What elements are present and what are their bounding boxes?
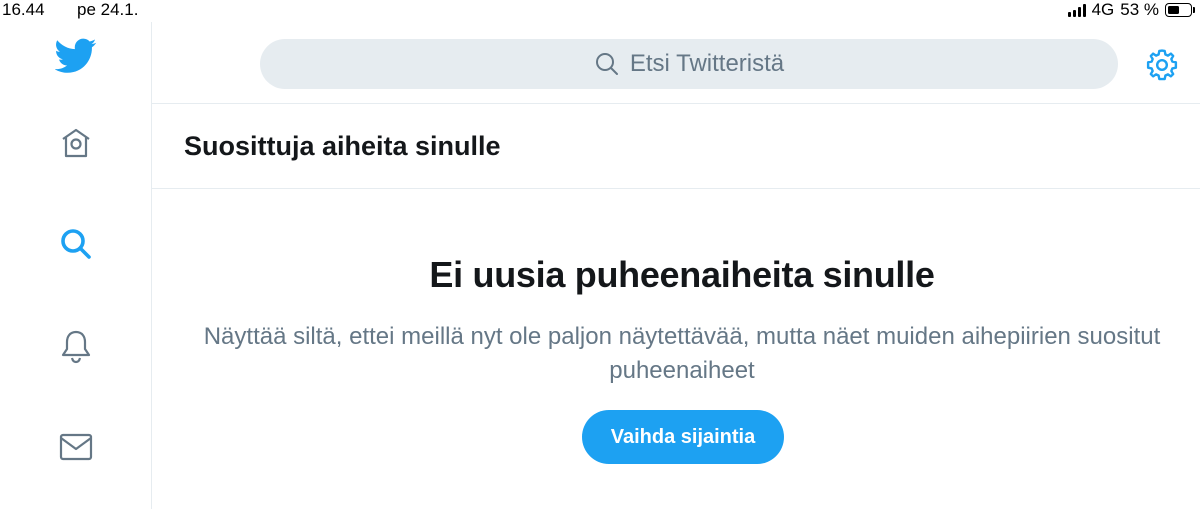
- network-label: 4G: [1091, 0, 1115, 19]
- section-header: Suosittuja aiheita sinulle: [152, 104, 1200, 189]
- status-indicators: 4G 53 %: [1067, 0, 1195, 20]
- change-location-button[interactable]: Vaihda sijaintia: [582, 410, 784, 464]
- section-title: Suosittuja aiheita sinulle: [184, 131, 501, 161]
- gear-icon[interactable]: [1145, 48, 1179, 82]
- twitter-bird-icon[interactable]: [54, 38, 97, 74]
- search-input[interactable]: Etsi Twitteristä: [260, 39, 1118, 89]
- mail-icon[interactable]: [58, 432, 94, 462]
- signal-icon: [1067, 3, 1086, 17]
- status-date: pe 24.1.: [77, 0, 139, 19]
- battery-icon: [1165, 3, 1195, 17]
- home-icon[interactable]: [59, 126, 93, 160]
- empty-state: Ei uusia puheenaiheita sinulle Näyttää s…: [152, 190, 1200, 509]
- battery-percent: 53 %: [1120, 0, 1159, 19]
- empty-state-title: Ei uusia puheenaiheita sinulle: [429, 254, 935, 295]
- battery-fill: [1168, 6, 1179, 14]
- search-field-icon: [595, 53, 618, 75]
- header: Etsi Twitteristä: [152, 22, 1200, 104]
- sidebar: [0, 22, 152, 509]
- bell-icon[interactable]: [59, 328, 93, 364]
- status-bar: 16.44 pe 24.1. 4G 53 %: [0, 0, 1200, 22]
- search-placeholder: Etsi Twitteristä: [629, 50, 785, 77]
- status-time: 16.44: [2, 0, 45, 19]
- empty-state-message: Näyttää siltä, ettei meillä nyt ole palj…: [203, 323, 1161, 384]
- search-icon[interactable]: [58, 226, 94, 262]
